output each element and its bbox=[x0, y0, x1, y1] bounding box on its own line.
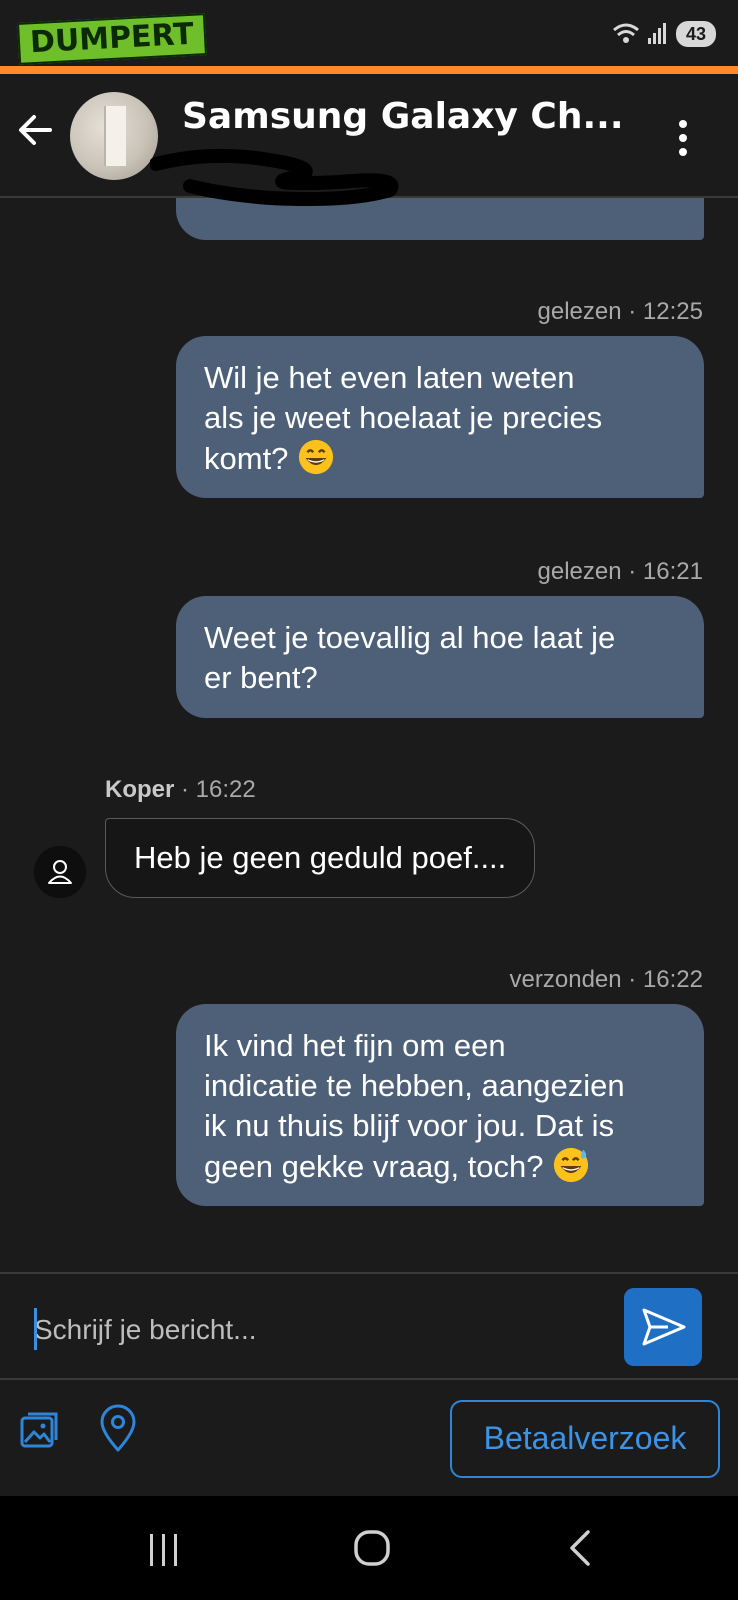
sender-name: Koper bbox=[105, 776, 175, 803]
message-meta: verzonden · 16:22 bbox=[509, 966, 703, 993]
message-line: Weet je toevallig al hoe laat je bbox=[204, 620, 616, 655]
sender-time: 16:22 bbox=[195, 776, 256, 803]
message-line: Wil je het even laten weten bbox=[204, 360, 575, 395]
text-caret bbox=[34, 1308, 37, 1350]
home-icon[interactable] bbox=[352, 1528, 392, 1568]
photo-gallery-icon[interactable] bbox=[18, 1408, 62, 1452]
wifi-signal-icon bbox=[613, 23, 666, 44]
message-line: ik nu thuis blijf voor jou. Dat is bbox=[204, 1108, 615, 1143]
redaction-scribble bbox=[150, 148, 399, 206]
back-arrow-icon[interactable] bbox=[14, 108, 58, 152]
nav-back-icon[interactable] bbox=[562, 1526, 598, 1570]
message-line: als je weet hoelaat je precies bbox=[204, 400, 603, 435]
recent-apps-icon[interactable] bbox=[142, 1530, 186, 1570]
user-avatar-icon[interactable] bbox=[34, 846, 86, 898]
orange-divider bbox=[0, 66, 738, 74]
message-meta: gelezen · 12:25 bbox=[537, 298, 703, 325]
message-line: komt? bbox=[204, 441, 289, 476]
compose-divider bbox=[0, 1272, 738, 1274]
status-indicators: 43 bbox=[612, 20, 716, 48]
message-line: Ik vind het fijn om een bbox=[204, 1028, 506, 1063]
dumpert-watermark: DUMPERT bbox=[17, 13, 207, 65]
location-pin-icon[interactable] bbox=[98, 1404, 138, 1454]
more-vert-icon[interactable] bbox=[668, 116, 698, 160]
message-input[interactable] bbox=[34, 1300, 604, 1360]
compose-divider bbox=[0, 1378, 738, 1380]
send-icon[interactable] bbox=[624, 1288, 702, 1366]
message-line: geen gekke vraag, toch? bbox=[204, 1149, 544, 1184]
chat-title[interactable]: Samsung Galaxy Ch... bbox=[182, 96, 624, 137]
message-meta: gelezen · 16:21 bbox=[537, 558, 703, 585]
outgoing-message[interactable]: Weet je toevallig al hoe laat je er bent… bbox=[176, 596, 704, 718]
outgoing-message[interactable]: Wil je het even laten weten als je weet … bbox=[176, 336, 704, 498]
sender-label: Koper · 16:22 bbox=[105, 776, 256, 803]
incoming-message[interactable]: Heb je geen geduld poef.... bbox=[105, 818, 536, 898]
payment-request-button[interactable]: Betaalverzoek bbox=[450, 1400, 720, 1478]
status-bar: 16:22 DUMPERT 43 bbox=[0, 0, 738, 66]
battery-indicator: 43 bbox=[675, 21, 716, 47]
outgoing-message[interactable]: Ik vind het fijn om een indicatie te heb… bbox=[176, 1004, 704, 1206]
listing-avatar[interactable] bbox=[70, 92, 158, 180]
message-line: indicatie te hebben, aangezien bbox=[204, 1068, 625, 1103]
grinning-face-emoji-icon bbox=[298, 439, 334, 475]
message-line: er bent? bbox=[204, 660, 318, 695]
system-nav-bar bbox=[0, 1496, 738, 1600]
chat-header: Samsung Galaxy Ch... bbox=[0, 74, 738, 206]
grinning-sweat-emoji-icon bbox=[554, 1147, 589, 1183]
